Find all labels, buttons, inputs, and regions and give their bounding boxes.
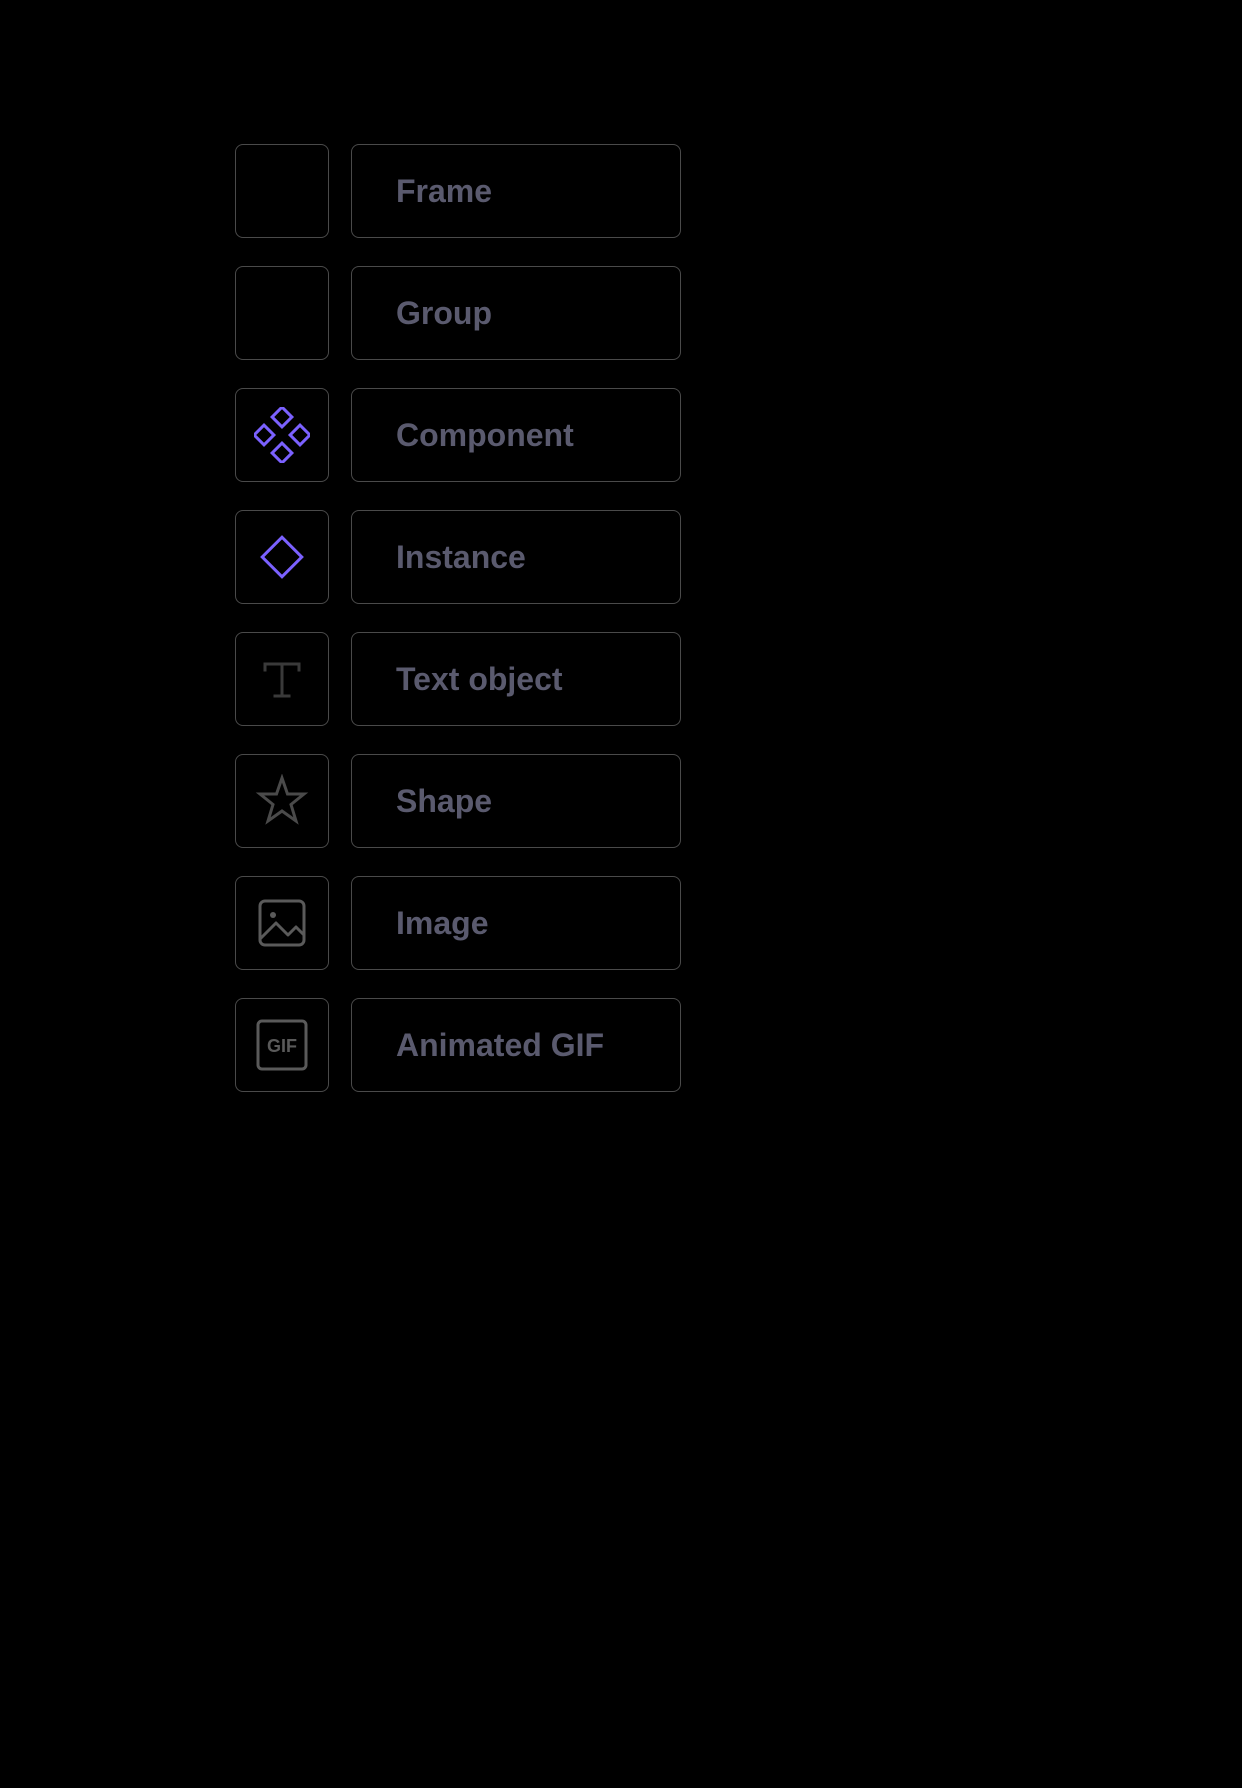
layer-type-image[interactable]: Image <box>235 876 1242 970</box>
image-icon <box>235 876 329 970</box>
shape-icon <box>235 754 329 848</box>
label-container: Group <box>351 266 681 360</box>
layer-type-frame[interactable]: Frame <box>235 144 1242 238</box>
layer-type-label: Group <box>396 295 492 332</box>
label-container: Instance <box>351 510 681 604</box>
layer-type-label: Component <box>396 417 574 454</box>
layer-type-label: Text object <box>396 661 563 698</box>
layer-type-label: Frame <box>396 173 492 210</box>
label-container: Shape <box>351 754 681 848</box>
layer-type-label: Animated GIF <box>396 1027 604 1064</box>
layer-type-label: Image <box>396 905 488 942</box>
label-container: Animated GIF <box>351 998 681 1092</box>
component-icon <box>235 388 329 482</box>
layer-type-instance[interactable]: Instance <box>235 510 1242 604</box>
svg-text:GIF: GIF <box>267 1036 297 1056</box>
layer-type-label: Instance <box>396 539 526 576</box>
layer-type-text[interactable]: Text object <box>235 632 1242 726</box>
label-container: Text object <box>351 632 681 726</box>
layer-type-group[interactable]: Group <box>235 266 1242 360</box>
layer-type-shape[interactable]: Shape <box>235 754 1242 848</box>
label-container: Component <box>351 388 681 482</box>
layer-type-list: Frame Group Component <box>235 144 1242 1092</box>
layer-type-label: Shape <box>396 783 492 820</box>
layer-type-gif[interactable]: GIF Animated GIF <box>235 998 1242 1092</box>
label-container: Frame <box>351 144 681 238</box>
label-container: Image <box>351 876 681 970</box>
instance-icon <box>235 510 329 604</box>
frame-icon <box>235 144 329 238</box>
text-icon <box>235 632 329 726</box>
layer-type-component[interactable]: Component <box>235 388 1242 482</box>
gif-icon: GIF <box>235 998 329 1092</box>
group-icon <box>235 266 329 360</box>
